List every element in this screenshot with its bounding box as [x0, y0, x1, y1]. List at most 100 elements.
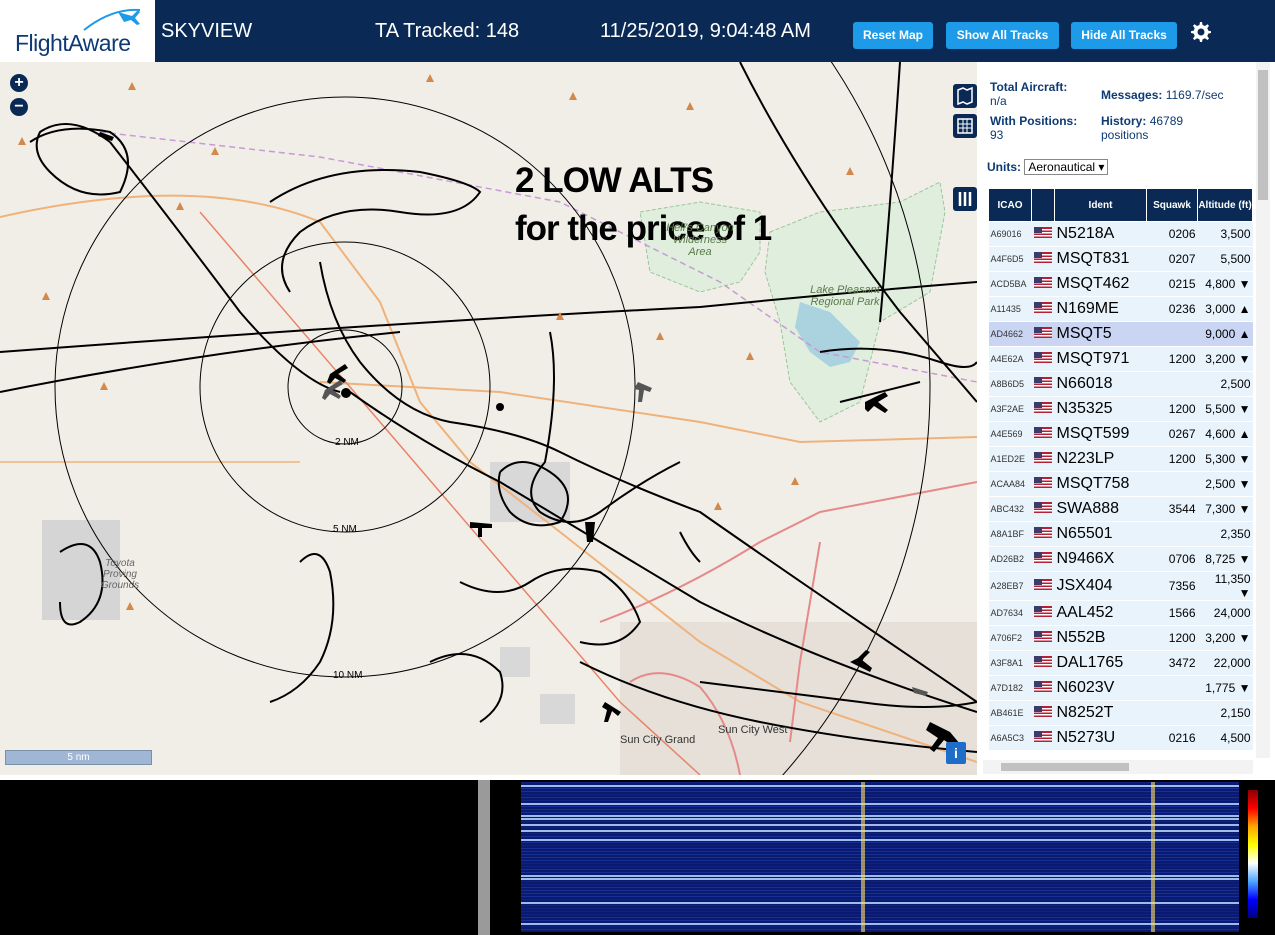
altitude-cell: 2,150: [1197, 700, 1253, 726]
aircraft-panel: Total Aircraft: n/a Messages: 1169.7/sec…: [977, 62, 1275, 775]
altitude-cell: 4,500: [1197, 725, 1253, 751]
with-positions-label: With Positions:: [990, 114, 1078, 128]
pane-splitter[interactable]: [478, 780, 490, 935]
table-row[interactable]: A11435 N169ME 0236 3,000 ▲: [988, 296, 1253, 322]
table-row[interactable]: A69016 N5218A 0206 3,500: [988, 221, 1253, 247]
history-value: 46789: [1149, 114, 1184, 128]
tracked-count: TA Tracked: 148: [375, 20, 520, 42]
ident-cell: N35325: [1054, 396, 1147, 422]
squawk-cell: 0706: [1146, 546, 1198, 572]
sun-city-grand-label: Sun City Grand: [620, 734, 696, 746]
zoom-out-button[interactable]: −: [10, 98, 28, 116]
icao-cell: AD7634: [988, 600, 1032, 626]
vertical-scrollbar[interactable]: [1256, 62, 1270, 758]
altitude-cell: 2,500 ▼: [1197, 471, 1253, 497]
us-flag-icon: [1031, 600, 1055, 626]
altitude-value: 3,200: [1205, 352, 1236, 366]
altitude-value: 22,000: [1213, 656, 1251, 670]
table-row[interactable]: A4E62A MSQT971 1200 3,200 ▼: [988, 346, 1253, 372]
table-row[interactable]: AD7634 AAL452 1566 24,000: [988, 600, 1253, 626]
hide-all-tracks-button[interactable]: Hide All Tracks: [1071, 22, 1177, 49]
table-row[interactable]: A8A1BF N65501 2,350: [988, 521, 1253, 547]
columns-toggle-icon[interactable]: [953, 187, 977, 211]
grid-icon[interactable]: [953, 114, 977, 138]
scroll-thumb[interactable]: [1258, 70, 1268, 200]
altitude-cell: 3,500: [1197, 221, 1253, 247]
table-row[interactable]: AD4662 MSQT5 9,000 ▲: [988, 321, 1253, 347]
info-button[interactable]: i: [946, 742, 966, 764]
zoom-in-button[interactable]: +: [10, 74, 28, 92]
icao-cell: A1ED2E: [988, 446, 1032, 472]
table-row[interactable]: ACD5BA MSQT462 0215 4,800 ▼: [988, 271, 1253, 297]
color-scale-bar: [1248, 790, 1258, 918]
history-unit: positions: [1101, 128, 1149, 142]
history-label: History:: [1101, 114, 1147, 128]
icao-cell: A11435: [988, 296, 1032, 322]
altitude-cell: 5,500: [1197, 246, 1253, 272]
altitude-cell: 5,300 ▼: [1197, 446, 1253, 472]
col-squawk[interactable]: Squawk: [1146, 188, 1198, 222]
ident-cell: MSQT971: [1054, 346, 1147, 372]
ident-cell: N6023V: [1054, 675, 1147, 701]
table-header: ICAO Ident Squawk Altitude (ft): [988, 188, 1253, 222]
icao-cell: AD26B2: [988, 546, 1032, 572]
altitude-value: 5,300: [1205, 452, 1236, 466]
ident-cell: MSQT599: [1054, 421, 1147, 447]
gear-icon[interactable]: [1188, 20, 1212, 44]
table-row[interactable]: A6A5C3 N5273U 0216 4,500: [988, 725, 1253, 751]
altitude-value: 4,500: [1220, 731, 1251, 745]
flightaware-logo[interactable]: FlightAware: [0, 0, 155, 62]
icao-cell: A7D182: [988, 675, 1032, 701]
altitude-cell: 2,350: [1197, 521, 1253, 547]
col-icao[interactable]: ICAO: [988, 188, 1032, 222]
altitude-trend: ▲: [1238, 427, 1251, 441]
messages-value: 1169.7/sec: [1165, 88, 1224, 102]
icao-cell: A4E569: [988, 421, 1032, 447]
table-row[interactable]: ABC432 SWA888 3544 7,300 ▼: [988, 496, 1253, 522]
squawk-cell: [1146, 371, 1198, 397]
table-row[interactable]: A3F8A1 DAL1765 3472 22,000: [988, 650, 1253, 676]
altitude-value: 2,500: [1220, 377, 1251, 391]
ident-cell: JSX404: [1054, 571, 1147, 601]
ident-cell: N5218A: [1054, 221, 1147, 247]
altitude-value: 3,500: [1220, 227, 1251, 241]
ident-cell: MSQT831: [1054, 246, 1147, 272]
ident-cell: N66018: [1054, 371, 1147, 397]
col-altitude[interactable]: Altitude (ft): [1197, 188, 1253, 222]
altitude-trend: ▼: [1238, 681, 1251, 695]
squawk-cell: [1146, 675, 1198, 701]
table-row[interactable]: A8B6D5 N66018 2,500: [988, 371, 1253, 397]
units-select[interactable]: Aeronautical ▾: [1024, 159, 1109, 175]
reset-map-button[interactable]: Reset Map: [853, 22, 933, 49]
altitude-value: 2,350: [1220, 527, 1251, 541]
table-row[interactable]: AB461E N8252T 2,150: [988, 700, 1253, 726]
icao-cell: A4E62A: [988, 346, 1032, 372]
icao-cell: ABC432: [988, 496, 1032, 522]
logo-text: FlightAware: [15, 30, 131, 56]
altitude-cell: 3,200 ▼: [1197, 625, 1253, 651]
map-layers-icon[interactable]: [953, 84, 977, 108]
aircraft-table: ICAO Ident Squawk Altitude (ft) A69016 N5…: [988, 188, 1253, 751]
show-all-tracks-button[interactable]: Show All Tracks: [946, 22, 1059, 49]
map-view[interactable]: + − 2 LOW ALTS for the price of 1 Hell's…: [0, 62, 977, 775]
table-row[interactable]: AD26B2 N9466X 0706 8,725 ▼: [988, 546, 1253, 572]
table-row[interactable]: A3F2AE N35325 1200 5,500 ▼: [988, 396, 1253, 422]
table-row[interactable]: A4F6D5 MSQT831 0207 5,500: [988, 246, 1253, 272]
horizontal-scrollbar[interactable]: [983, 760, 1253, 774]
table-row[interactable]: A4E569 MSQT599 0267 4,600 ▲: [988, 421, 1253, 447]
hscroll-thumb[interactable]: [1001, 763, 1129, 771]
us-flag-icon: [1031, 246, 1055, 272]
table-row[interactable]: A1ED2E N223LP 1200 5,300 ▼: [988, 446, 1253, 472]
table-row[interactable]: A28EB7 JSX404 7356 11,350 ▼: [988, 571, 1253, 601]
table-row[interactable]: ACAA84 MSQT758 2,500 ▼: [988, 471, 1253, 497]
icao-cell: A6A5C3: [988, 725, 1032, 751]
altitude-trend: ▼: [1238, 352, 1251, 366]
altitude-value: 4,800: [1205, 277, 1236, 291]
ident-cell: N9466X: [1054, 546, 1147, 572]
altitude-value: 8,725: [1205, 552, 1236, 566]
altitude-cell: 24,000: [1197, 600, 1253, 626]
us-flag-icon: [1031, 546, 1055, 572]
col-ident[interactable]: Ident: [1054, 188, 1147, 222]
table-row[interactable]: A7D182 N6023V 1,775 ▼: [988, 675, 1253, 701]
table-row[interactable]: A706F2 N552B 1200 3,200 ▼: [988, 625, 1253, 651]
